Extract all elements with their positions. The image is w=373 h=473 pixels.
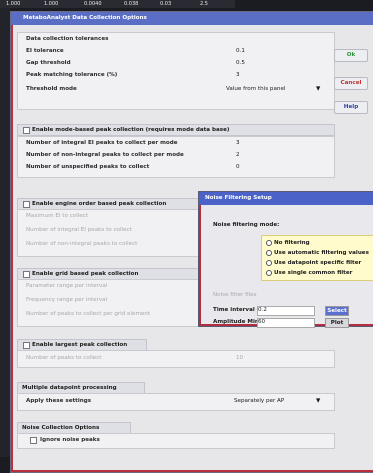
cancel-button[interactable]: Cancel: [334, 77, 368, 90]
largest-enable-checkbox[interactable]: [23, 342, 30, 349]
table-cell: 0.038: [124, 1, 139, 7]
dialog-title: MetaboAnalyst Data Collection Options: [23, 15, 147, 21]
gap-threshold-input[interactable]: 0.5: [236, 60, 245, 66]
grid-enable-checkbox[interactable]: [23, 271, 30, 278]
table-cell: 1.000: [6, 1, 21, 7]
noise-filter-files-label: Noise filter files: [213, 292, 257, 298]
time-interval-label: Time interval: [213, 307, 255, 313]
radio-icon[interactable]: [266, 240, 272, 246]
largest-section-label: Enable largest peak collection: [32, 342, 128, 348]
amplitude-input[interactable]: 60: [257, 318, 315, 328]
background-strip: [0, 8, 10, 457]
amplitude-row: Amplitude Min 60 Plot: [209, 318, 373, 328]
unspecified-input[interactable]: 0: [236, 164, 240, 170]
grid-row-label: Parameter range per interval: [26, 283, 108, 289]
integral-ei-input[interactable]: 3: [236, 140, 240, 146]
section-title: Data collection tolerances: [26, 36, 109, 42]
ei-tolerance-input[interactable]: 0.1: [236, 48, 245, 54]
ok-button[interactable]: Ok: [334, 49, 368, 62]
dropdown-arrow-icon[interactable]: ▼: [316, 86, 320, 92]
ignore-noise-label: Ignore noise peaks: [40, 437, 100, 443]
multiple-panel: Apply these settings Separately per AP ▼: [17, 393, 335, 411]
noise-panel: Ignore noise peaks: [17, 433, 335, 449]
noise-section-label: Noise Collection Options: [22, 425, 100, 431]
unspecified-label: Number of unspecified peaks to collect: [26, 164, 150, 170]
apply-label: Apply these settings: [26, 398, 92, 404]
select-button[interactable]: Select: [325, 306, 349, 316]
largest-input[interactable]: 10: [236, 355, 243, 361]
grid-row-label: Frequency range per interval: [26, 297, 108, 303]
noise-mode-radio-group: No filtering Use automatic filtering val…: [261, 235, 373, 281]
tolerances-panel: Data collection tolerances EI tolerance …: [17, 32, 335, 110]
grid-panel: Parameter range per interval Frequency r…: [17, 279, 215, 327]
integral-ei-label: Number of integral EI peaks to collect p…: [26, 140, 178, 146]
engine-row-label: Number of non-integral peaks to collect: [26, 241, 138, 247]
grid-section-label: Enable grid based peak collection: [32, 271, 139, 277]
nonintegral-label: Number of non-integral peaks to collect …: [26, 152, 184, 158]
peak-matching-input[interactable]: 3: [236, 72, 240, 78]
engine-row-label: Number of integral EI peaks to collect: [26, 227, 132, 233]
ei-tolerance-label: EI tolerance: [26, 48, 64, 54]
threshold-mode-select[interactable]: Value from this panel: [226, 86, 285, 92]
radio-icon[interactable]: [266, 260, 272, 266]
dropdown-arrow-icon[interactable]: ▼: [316, 398, 320, 404]
background-data-table: 1.000 1.000 0.0040 0.038 0.03 2.5: [0, 0, 235, 8]
time-interval-input[interactable]: 0.2: [257, 306, 315, 316]
nonintegral-input[interactable]: 2: [236, 152, 240, 158]
engine-row-label: Maximum EI to collect: [26, 213, 89, 219]
plot-button[interactable]: Plot: [325, 318, 349, 328]
noise-dialog-title-bar[interactable]: Noise Filtering Setup: [199, 192, 373, 205]
time-interval-row: Time interval 0.2 Select: [209, 306, 373, 316]
noise-filtering-dialog: Noise Filtering Setup Noise filtering mo…: [198, 191, 373, 328]
radio-icon[interactable]: [266, 270, 272, 276]
largest-row-label: Number of peaks to collect: [26, 355, 102, 361]
help-button[interactable]: Help: [334, 101, 368, 114]
apply-select[interactable]: Separately per AP: [234, 398, 284, 404]
mode-enable-checkbox[interactable]: [23, 127, 30, 134]
table-cell: 2.5: [200, 1, 208, 7]
threshold-mode-label: Threshold mode: [26, 86, 77, 92]
engine-section-label: Enable engine order based peak collectio…: [32, 201, 167, 207]
engine-enable-checkbox[interactable]: [23, 201, 30, 208]
amplitude-label: Amplitude Min: [213, 319, 259, 325]
ignore-noise-checkbox[interactable]: [30, 437, 37, 444]
table-cell: 1.000: [44, 1, 59, 7]
largest-panel: Number of peaks to collect 10: [17, 350, 335, 368]
mode-panel: Number of integral EI peaks to collect p…: [17, 136, 335, 178]
multiple-section-label: Multiple datapoint processing: [22, 385, 117, 391]
dialog-title-bar[interactable]: MetaboAnalyst Data Collection Options: [11, 12, 373, 25]
noise-mode-label: Noise filtering mode:: [213, 222, 280, 228]
peak-matching-label: Peak matching tolerance (%): [26, 72, 118, 78]
engine-panel: Maximum EI to collect Number of integral…: [17, 209, 215, 257]
gap-threshold-label: Gap threshold: [26, 60, 71, 66]
radio-icon[interactable]: [266, 250, 272, 256]
table-cell: 0.03: [160, 1, 172, 7]
mode-section-label: Enable mode-based peak collection (requi…: [32, 127, 230, 133]
noise-dialog-title: Noise Filtering Setup: [205, 195, 272, 201]
grid-row-label: Number of peaks to collect per grid elem…: [26, 311, 151, 317]
mode-section-header[interactable]: Enable mode-based peak collection (requi…: [17, 124, 335, 136]
table-cell: 0.0040: [84, 1, 102, 7]
